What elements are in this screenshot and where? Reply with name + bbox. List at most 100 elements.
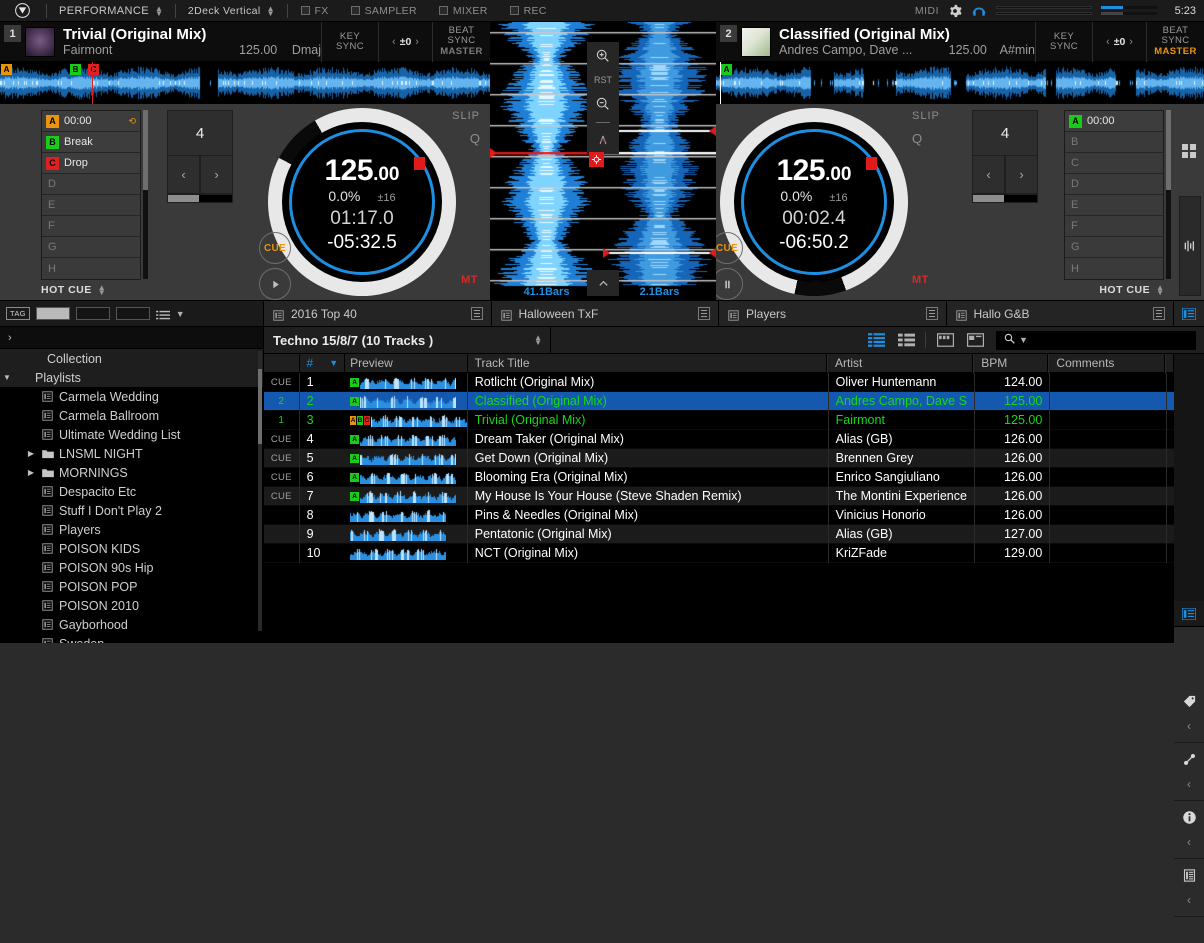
color-swatch-2[interactable] bbox=[76, 307, 110, 320]
tree-item-poison-90s-hip[interactable]: POISON 90s Hip bbox=[0, 558, 263, 577]
tree-item-carmela-ballroom[interactable]: Carmela Ballroom bbox=[0, 406, 263, 425]
rec-checkbox[interactable] bbox=[510, 6, 519, 15]
chevron-updown-icon-2[interactable]: ▲▼ bbox=[267, 6, 275, 16]
midi-label[interactable]: MIDI bbox=[915, 5, 939, 17]
deck-2-loop-prev-button[interactable]: ‹ bbox=[972, 156, 1005, 194]
color-swatch-1[interactable] bbox=[36, 307, 70, 320]
deck-1-slip-button[interactable]: SLIP bbox=[452, 110, 480, 122]
col-number[interactable]: # ▼ bbox=[300, 354, 346, 373]
table-row[interactable]: CUE4ADream Taker (Original Mix)Alias (GB… bbox=[264, 430, 1174, 449]
table-row[interactable]: CUE6ABlooming Era (Original Mix)Enrico S… bbox=[264, 468, 1174, 487]
deck-1-stripe-waveform[interactable]: A B C bbox=[0, 62, 490, 104]
deck-2-quantize-button[interactable]: Q bbox=[912, 131, 952, 146]
waveform-reset-button[interactable]: RST bbox=[594, 71, 612, 89]
tag-button[interactable]: TAG bbox=[6, 307, 30, 320]
deck-2-jog-display[interactable]: 125.00 0.0% ±16 00:02.4 -06:50.2 bbox=[720, 108, 908, 296]
hotcue-row-f-2[interactable]: F bbox=[1065, 216, 1163, 237]
search-input[interactable]: ▼ bbox=[996, 331, 1196, 350]
grid-marker-icon[interactable] bbox=[594, 131, 612, 149]
deck-1-beat-sync-button[interactable]: BEAT SYNC MASTER bbox=[432, 22, 490, 62]
deck-1-key-adjust[interactable]: ‹ ±0 › bbox=[378, 22, 432, 62]
toggle-sampler[interactable]: SAMPLER bbox=[340, 5, 428, 17]
key-prev-icon[interactable]: ‹ bbox=[392, 36, 396, 48]
row-cue-cell[interactable] bbox=[264, 506, 300, 525]
toggle-fx[interactable]: FX bbox=[290, 5, 340, 17]
tree-item-mornings[interactable]: ▶MORNINGS bbox=[0, 463, 263, 482]
hotcue-scrollbar[interactable] bbox=[143, 110, 148, 279]
deck-1-loop-prev-button[interactable]: ‹ bbox=[167, 156, 200, 194]
col-bpm[interactable]: BPM bbox=[973, 354, 1048, 373]
row-preview-waveform[interactable] bbox=[345, 525, 468, 544]
deck-1-quantize-button[interactable]: Q bbox=[452, 131, 480, 146]
tree-item-ultimate-wedding-list[interactable]: Ultimate Wedding List bbox=[0, 425, 263, 444]
track-table[interactable]: # ▼ Preview Track Title Artist BPM Comme… bbox=[264, 354, 1174, 643]
row-cue-cell[interactable]: CUE bbox=[264, 487, 300, 506]
table-row[interactable]: CUE7AMy House Is Your House (Steve Shade… bbox=[264, 487, 1174, 506]
center-waveform-area[interactable]: 41.1Bars 2.1Bars RST bbox=[490, 22, 716, 300]
key-next-icon-2[interactable]: › bbox=[1129, 36, 1133, 48]
rail-tag-section[interactable]: ‹ bbox=[1174, 685, 1204, 743]
table-row[interactable]: 22AClassified (Original Mix)Andres Campo… bbox=[264, 392, 1174, 411]
layout-mode-selector[interactable]: PERFORMANCE ▲▼ bbox=[49, 0, 173, 22]
rail-info-chevron-icon[interactable]: ‹ bbox=[1187, 835, 1191, 849]
browser-list-icon[interactable] bbox=[1174, 301, 1204, 326]
hotcue-row-b-2[interactable]: B bbox=[1065, 132, 1163, 153]
favorite-tab-1[interactable]: Halloween TxF bbox=[492, 301, 720, 326]
deck-2-slip-button[interactable]: SLIP bbox=[912, 110, 952, 122]
hotcue-scrollbar-2[interactable] bbox=[1166, 110, 1171, 279]
sampler-checkbox[interactable] bbox=[351, 6, 360, 15]
chevron-down-icon[interactable]: ▼ bbox=[176, 309, 185, 319]
key-next-icon[interactable]: › bbox=[415, 36, 419, 48]
deck-2-hotcue-footer[interactable]: HOT CUE ▲▼ bbox=[1064, 284, 1164, 296]
hotcue-mode-chevron-icon[interactable]: ▲▼ bbox=[98, 285, 106, 295]
grid-view-icon-right[interactable] bbox=[1182, 144, 1198, 160]
row-preview-waveform[interactable]: A bbox=[345, 487, 468, 506]
favorite-tab-3[interactable]: Hallo G&B bbox=[947, 301, 1175, 326]
tree-item-gayborhood[interactable]: Gayborhood bbox=[0, 615, 263, 634]
tree-item-playlists[interactable]: ▼Playlists bbox=[0, 368, 263, 387]
row-preview-waveform[interactable]: A bbox=[345, 430, 468, 449]
row-cue-cell[interactable]: 2 bbox=[264, 392, 300, 411]
deck-1-loop-size[interactable]: 4 bbox=[167, 110, 233, 156]
hotcue-row-b[interactable]: B Break bbox=[42, 132, 140, 153]
stripe-cue-a-deck1[interactable]: A bbox=[1, 64, 12, 75]
fx-checkbox[interactable] bbox=[301, 6, 310, 15]
toggle-mixer[interactable]: MIXER bbox=[428, 5, 499, 17]
stripe-cue-b-deck1[interactable]: B bbox=[70, 64, 81, 75]
deck-2-loop-next-button[interactable]: › bbox=[1005, 156, 1038, 194]
headphone-knob-icon[interactable] bbox=[971, 3, 987, 19]
list-view-icon[interactable] bbox=[156, 308, 170, 319]
row-cue-cell[interactable]: CUE bbox=[264, 468, 300, 487]
tree-item-despacito-etc[interactable]: Despacito Etc bbox=[0, 482, 263, 501]
row-preview-waveform[interactable]: A bbox=[345, 449, 468, 468]
rail-notes-section[interactable]: ‹ bbox=[1174, 859, 1204, 917]
hotcue-row-g[interactable]: G bbox=[42, 237, 140, 258]
hotcue-row-e[interactable]: E bbox=[42, 195, 140, 216]
tree-disclosure-icon[interactable]: ▶ bbox=[26, 449, 36, 458]
zoom-in-icon[interactable] bbox=[594, 47, 612, 65]
row-preview-waveform[interactable]: A bbox=[345, 373, 468, 392]
info-icon[interactable] bbox=[1182, 810, 1197, 830]
deck-2-vertical-waveform[interactable]: 2.1Bars bbox=[603, 22, 716, 300]
playlist-name-selector[interactable]: Techno 15/8/7 (10 Tracks ) ▲▼ bbox=[264, 327, 551, 354]
collapse-waveform-button[interactable] bbox=[587, 270, 619, 296]
sort-desc-icon[interactable]: ▼ bbox=[329, 358, 338, 368]
tree-disclosure-icon[interactable]: ▼ bbox=[2, 373, 12, 382]
list-compact-icon[interactable] bbox=[891, 327, 921, 354]
deck-2-loop-size[interactable]: 4 bbox=[972, 110, 1038, 156]
col-extra[interactable] bbox=[1165, 354, 1174, 373]
deck-layout-selector[interactable]: 2Deck Vertical ▲▼ bbox=[178, 0, 285, 22]
table-row[interactable]: 13ABCTrivial (Original Mix)Fairmont125.0… bbox=[264, 411, 1174, 430]
tag-icon[interactable] bbox=[1182, 694, 1197, 714]
gear-icon[interactable] bbox=[948, 4, 962, 18]
table-row[interactable]: 10NCT (Original Mix)KriZFade129.00· bbox=[264, 544, 1174, 563]
tree-item-carmela-wedding[interactable]: Carmela Wedding bbox=[0, 387, 263, 406]
table-row[interactable]: 8Pins & Needles (Original Mix)Vinicius H… bbox=[264, 506, 1174, 525]
playhead-lock-icon[interactable] bbox=[589, 152, 604, 167]
row-preview-waveform[interactable]: A bbox=[345, 468, 468, 487]
hotcue-row-c-2[interactable]: C bbox=[1065, 153, 1163, 174]
row-preview-waveform[interactable] bbox=[345, 544, 468, 563]
favorite-menu-button-2[interactable] bbox=[926, 307, 938, 320]
link-icon[interactable] bbox=[1182, 752, 1197, 772]
rail-notes-chevron-icon[interactable]: ‹ bbox=[1187, 893, 1191, 907]
